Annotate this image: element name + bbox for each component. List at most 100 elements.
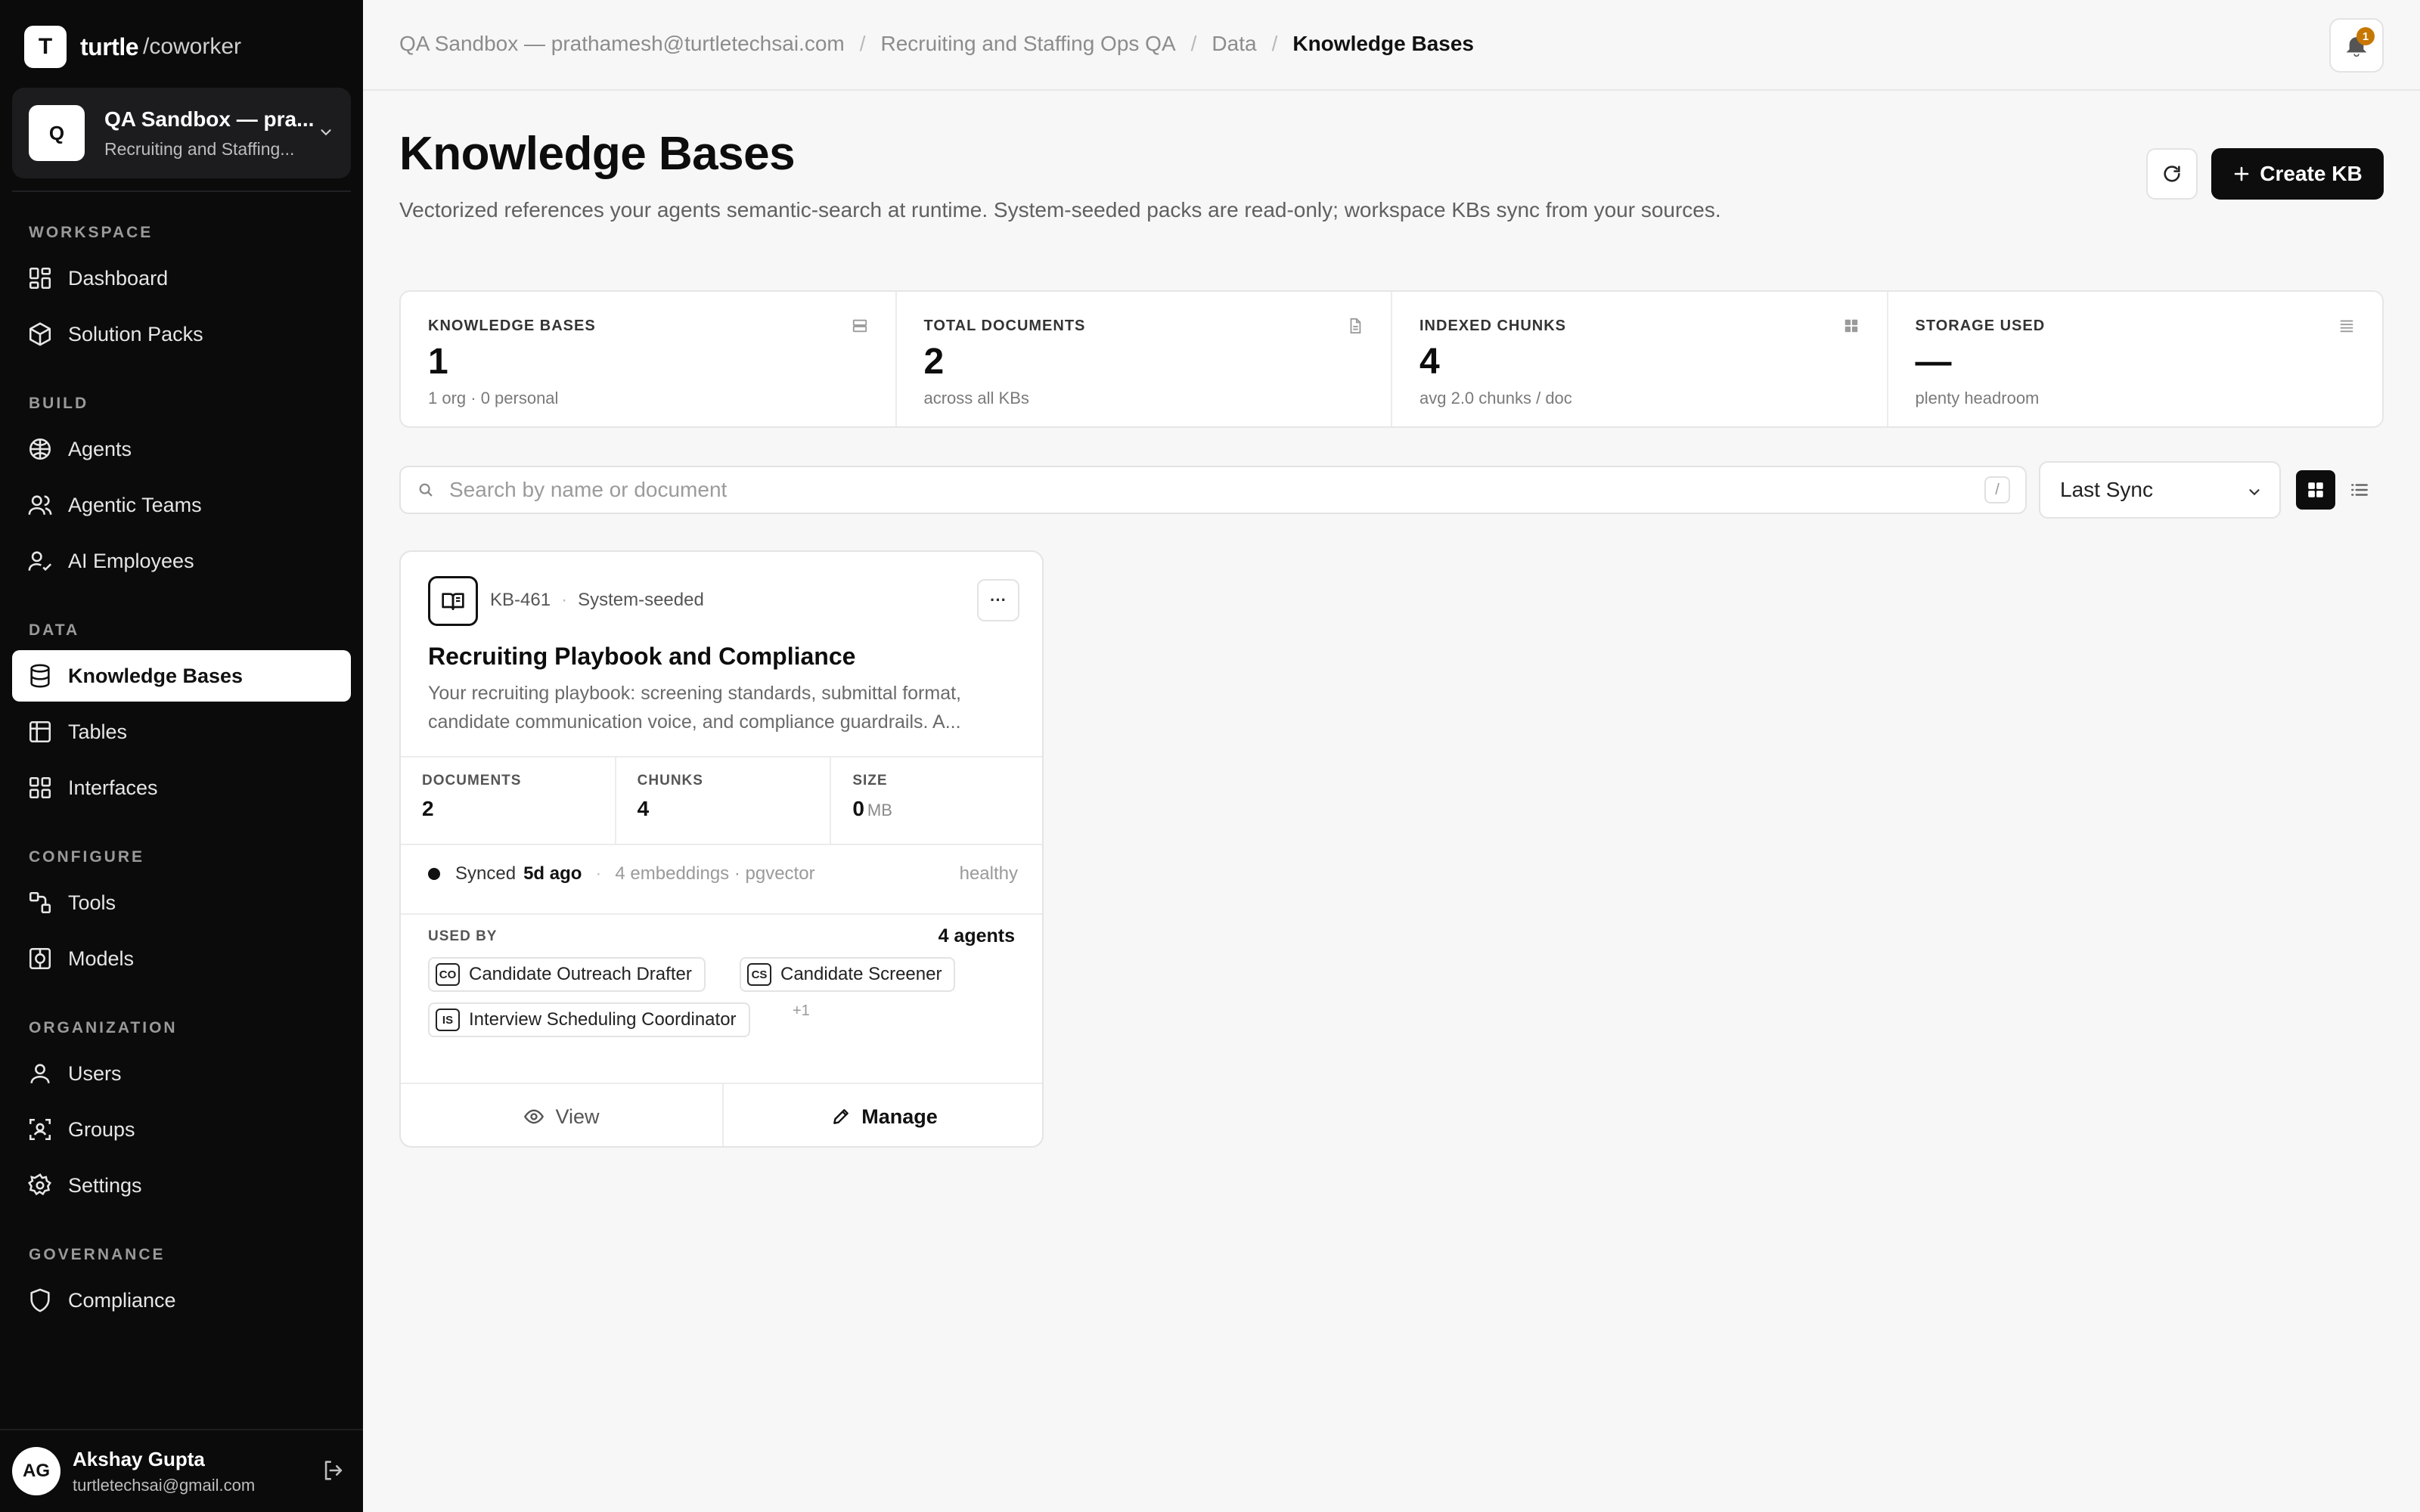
breadcrumb: QA Sandbox — prathamesh@turtletechsai.co… (399, 32, 1474, 56)
storage-icon (2338, 318, 2355, 334)
sidebar-item-agentic-teams[interactable]: Agentic Teams (12, 479, 351, 531)
breadcrumb-org[interactable]: Recruiting and Staffing Ops QA (881, 32, 1176, 56)
nav-section-organization: ORGANIZATION (29, 1019, 178, 1036)
status-dot (428, 868, 440, 880)
stat-indexed-chunks: INDEXED CHUNKS 4 avg 2.0 chunks / doc (1392, 292, 1888, 426)
stat-hint: plenty headroom (1915, 388, 2040, 407)
brain-icon (27, 436, 53, 462)
sidebar-item-dashboard[interactable]: Dashboard (12, 253, 351, 304)
used-by-label: USED BY (428, 928, 498, 944)
metric-chunks: CHUNKS 4 (616, 758, 832, 844)
user-email: turtletechsai@gmail.com (73, 1475, 256, 1495)
notifications-button[interactable]: 1 (2329, 18, 2384, 73)
breadcrumb-separator: / (1271, 32, 1278, 55)
metric-documents: DOCUMENTS 2 (401, 758, 616, 844)
brand[interactable]: T turtle /coworker (24, 26, 241, 68)
stat-label: TOTAL DOCUMENTS (923, 318, 1086, 334)
sidebar-item-settings[interactable]: Settings (12, 1160, 351, 1211)
view-button[interactable]: View (401, 1084, 724, 1146)
sync-detail: 4 embeddings · pgvector (615, 863, 815, 884)
metric-value: 4 (637, 797, 650, 820)
kb-card[interactable]: KB-461 · System-seeded ··· Recruiting Pl… (399, 550, 1044, 1148)
search-shortcut: / (1984, 476, 2010, 503)
layout-icon (27, 775, 53, 801)
sidebar-item-compliance[interactable]: Compliance (12, 1275, 351, 1326)
sidebar-item-users[interactable]: Users (12, 1048, 351, 1099)
sidebar-item-knowledge-bases[interactable]: Knowledge Bases (12, 650, 351, 702)
search-placeholder: Search by name or document (449, 478, 728, 501)
sidebar-item-interfaces[interactable]: Interfaces (12, 762, 351, 813)
package-icon (27, 321, 53, 347)
nav-section-workspace: WORKSPACE (29, 224, 154, 241)
kb-more-menu-button[interactable]: ··· (977, 579, 1019, 621)
metric-value: 2 (422, 797, 434, 820)
sidebar-item-label: Agents (68, 437, 132, 460)
agent-chip[interactable]: CS Candidate Screener (740, 957, 956, 992)
kb-description: Your recruiting playbook: screening stan… (428, 683, 961, 733)
agent-chip[interactable]: CO Candidate Outreach Drafter (428, 957, 706, 992)
sidebar-item-ai-employees[interactable]: AI Employees (12, 535, 351, 587)
agent-chip-badge: CS (747, 963, 771, 986)
sidebar-item-label: Agentic Teams (68, 493, 202, 516)
chevron-down-icon (2246, 484, 2263, 500)
create-kb-label: Create KB (2260, 162, 2363, 185)
breadcrumb-current: Knowledge Bases (1292, 32, 1474, 55)
stat-total-documents: TOTAL DOCUMENTS 2 across all KBs (897, 292, 1392, 426)
sidebar-item-label: Groups (68, 1117, 135, 1141)
dashboard-icon (27, 265, 53, 291)
sidebar-item-label: Models (68, 947, 135, 970)
sidebar-item-tools[interactable]: Tools (12, 877, 351, 928)
sidebar-item-label: Knowledge Bases (68, 664, 244, 687)
kb-title[interactable]: Recruiting Playbook and Compliance (428, 643, 855, 671)
database-icon (852, 318, 868, 334)
pencil-icon (831, 1107, 851, 1126)
sync-status-label: Synced (455, 863, 517, 884)
tools-icon (27, 890, 53, 916)
refresh-button[interactable] (2146, 148, 2198, 200)
kb-meta: KB-461 · System-seeded (490, 590, 704, 611)
sidebar-item-tables[interactable]: Tables (12, 706, 351, 758)
gear-icon (27, 1173, 53, 1198)
nav-section-build: BUILD (29, 395, 89, 412)
list-view-button[interactable] (2340, 470, 2379, 510)
agent-chip-name: Candidate Outreach Drafter (469, 964, 692, 984)
stat-hint: avg 2.0 chunks / doc (1419, 388, 1572, 407)
sidebar-item-groups[interactable]: Groups (12, 1104, 351, 1155)
size-unit: MB (867, 801, 892, 820)
avatar: AG (12, 1447, 60, 1495)
topbar: QA Sandbox — prathamesh@turtletechsai.co… (363, 0, 2420, 91)
breadcrumb-workspace[interactable]: QA Sandbox — prathamesh@turtletechsai.co… (399, 32, 845, 56)
stat-label: INDEXED CHUNKS (1419, 318, 1567, 334)
search-input[interactable]: Search by name or document / (399, 466, 2027, 514)
manage-button[interactable]: Manage (724, 1084, 1042, 1146)
shield-icon (27, 1287, 53, 1313)
logout-icon[interactable] (321, 1458, 346, 1483)
sidebar-item-agents[interactable]: Agents (12, 423, 351, 475)
divider (401, 913, 1042, 915)
sidebar-item-label: Compliance (68, 1288, 176, 1312)
group-icon (27, 1117, 53, 1142)
sidebar-item-label: Settings (68, 1173, 142, 1197)
workspace-switcher[interactable]: Q QA Sandbox — pra... Recruiting and Sta… (12, 88, 351, 178)
user-check-icon (27, 548, 53, 574)
create-kb-button[interactable]: Create KB (2211, 148, 2384, 200)
sidebar-item-solution-packs[interactable]: Solution Packs (12, 308, 351, 360)
sort-select[interactable]: Last Sync (2039, 461, 2281, 519)
sidebar-item-models[interactable]: Models (12, 933, 351, 984)
book-icon (428, 576, 478, 626)
sidebar-divider (12, 191, 351, 192)
metric-size: SIZE 0 MB (831, 758, 1042, 844)
grid-view-button[interactable] (2296, 470, 2335, 510)
plus-icon (2232, 165, 2251, 183)
more-agents-count[interactable]: +1 (793, 1002, 810, 1020)
agent-chip[interactable]: IS Interview Scheduling Coordinator (428, 1002, 750, 1037)
breadcrumb-data[interactable]: Data (1212, 32, 1256, 56)
workspace-name: QA Sandbox — pra... (104, 107, 315, 131)
sidebar-item-label: Users (68, 1061, 122, 1085)
metric-label: SIZE (852, 773, 888, 789)
user-profile[interactable]: AG Akshay Gupta turtletechsai@gmail.com (0, 1429, 363, 1512)
breadcrumb-separator: / (1190, 32, 1197, 55)
breadcrumb-separator: / (859, 32, 866, 55)
table-icon (27, 719, 53, 745)
workspace-avatar: Q (29, 105, 85, 161)
